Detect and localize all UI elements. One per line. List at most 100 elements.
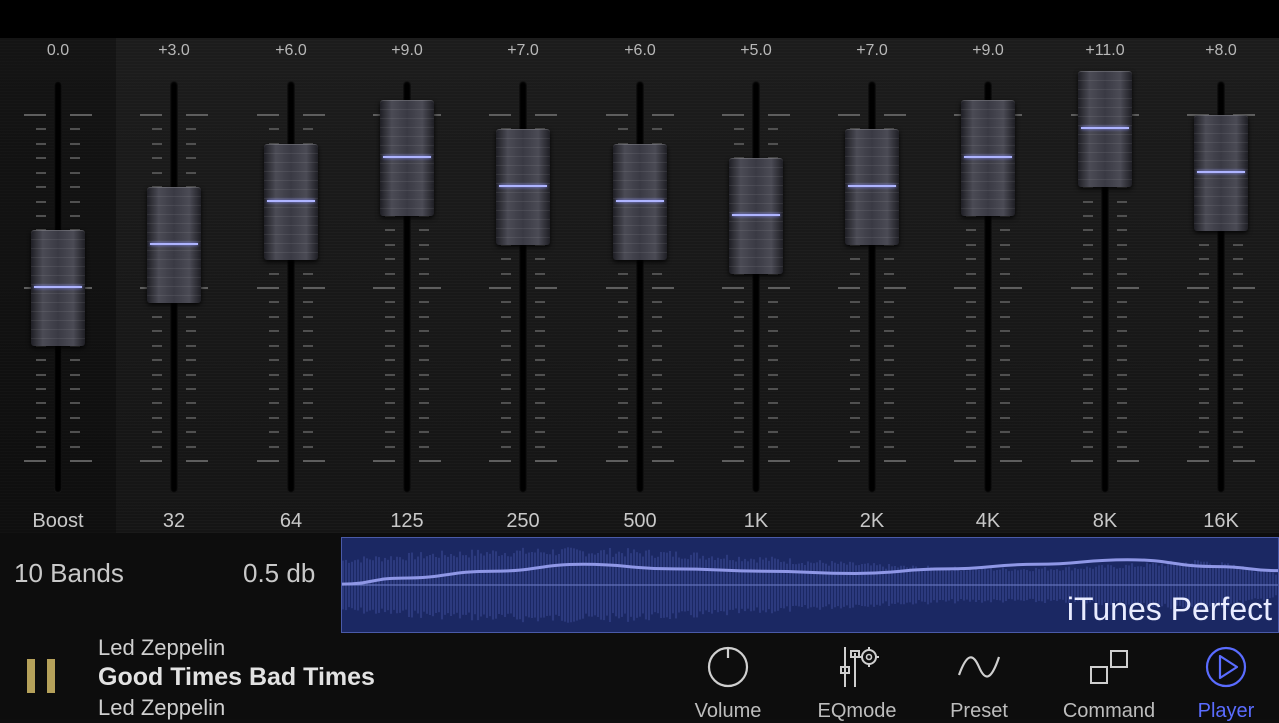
scale-tick [385, 258, 395, 260]
scale-tick [385, 229, 395, 231]
scale-tick [1000, 229, 1010, 231]
eq-band-4k-knob[interactable] [961, 100, 1015, 216]
scale-tick [734, 446, 744, 448]
eq-band-32-value: +3.0 [158, 42, 190, 59]
scale-tick [303, 114, 325, 116]
scale-tick [1083, 388, 1093, 390]
bands-count[interactable]: 10 Bands [14, 558, 124, 589]
scale-tick [385, 374, 395, 376]
scale-tick [1000, 316, 1010, 318]
status-bar [0, 0, 1279, 38]
scale-tick [618, 273, 628, 275]
scale-tick [1199, 244, 1209, 246]
eq-band-64-track[interactable] [287, 81, 295, 493]
scale-tick [269, 316, 279, 318]
scale-tick [535, 114, 557, 116]
eq-curve-panel[interactable]: iTunes Perfect [341, 537, 1279, 633]
scale-tick [36, 143, 46, 145]
bottom-bar: 10 Bands 0.5 db iTunes Perfect Led Zeppe… [0, 533, 1279, 722]
eq-band-1k-knob[interactable] [729, 158, 783, 274]
eq-band-500-knob[interactable] [613, 144, 667, 260]
eq-band-500-track[interactable] [636, 81, 644, 493]
eq-band-2k-knob[interactable] [845, 129, 899, 245]
scale-tick [1199, 301, 1209, 303]
nav-volume[interactable]: Volume [668, 641, 788, 722]
eq-band-250-knob[interactable] [496, 129, 550, 245]
scale-tick [501, 258, 511, 260]
scale-tick [1117, 215, 1127, 217]
pause-icon-bar [47, 659, 55, 693]
scale-tick [1117, 460, 1139, 462]
scale-tick [1233, 330, 1243, 332]
scale-tick [734, 143, 744, 145]
pause-button[interactable] [27, 659, 57, 693]
scale-tick [1233, 402, 1243, 404]
scale-tick [850, 330, 860, 332]
scale-tick [1117, 345, 1127, 347]
scale-tick [70, 402, 80, 404]
scale-tick [489, 287, 511, 289]
scale-tick [70, 201, 80, 203]
eq-band-8k-knob[interactable] [1078, 71, 1132, 187]
scale-tick [36, 215, 46, 217]
scale-tick [734, 316, 744, 318]
scale-tick [186, 460, 208, 462]
scale-tick [1000, 402, 1010, 404]
nav-command[interactable]: Command [1049, 641, 1169, 722]
scale-tick [535, 287, 557, 289]
scale-tick [36, 157, 46, 159]
scale-tick [768, 417, 778, 419]
scale-tick [1199, 345, 1209, 347]
scale-tick [419, 258, 429, 260]
scale-tick [152, 143, 162, 145]
scale-tick [303, 431, 313, 433]
knob-indicator-line [34, 286, 82, 288]
eq-band-250-label: 250 [506, 510, 540, 532]
scale-tick [618, 402, 628, 404]
eq-band-16k: +8.0 16K [1163, 38, 1279, 533]
nav-preset[interactable]: Preset [919, 641, 1039, 722]
scale-tick [1000, 431, 1010, 433]
scale-tick [1233, 417, 1243, 419]
eq-band-125-label: 125 [390, 510, 424, 532]
scale-tick [24, 114, 46, 116]
scale-tick [535, 431, 545, 433]
step-db[interactable]: 0.5 db [243, 558, 315, 589]
eq-band-2k-value: +7.0 [856, 42, 888, 59]
scale-tick [186, 402, 196, 404]
scale-tick [385, 273, 395, 275]
eq-band-16k-knob[interactable] [1194, 115, 1248, 231]
scale-tick [768, 402, 778, 404]
eq-band-64-knob[interactable] [264, 144, 318, 260]
scale-tick [1083, 374, 1093, 376]
eq-boost-knob[interactable] [31, 230, 85, 346]
eq-band-1k-track[interactable] [752, 81, 760, 493]
scale-tick [1233, 388, 1243, 390]
eq-band-64-value: +6.0 [275, 42, 307, 59]
scale-tick [618, 316, 628, 318]
scale-tick [70, 143, 80, 145]
scale-tick [884, 402, 894, 404]
scale-tick [1199, 273, 1209, 275]
nav-player[interactable]: Player [1166, 641, 1279, 722]
scale-tick [618, 446, 628, 448]
eq-band-32-knob[interactable] [147, 187, 201, 303]
scale-tick [1083, 215, 1093, 217]
eq-boost: 0.0 Boost [0, 38, 116, 533]
scale-tick [303, 128, 313, 130]
scale-tick [1000, 388, 1010, 390]
scale-tick [884, 374, 894, 376]
scale-tick [36, 359, 46, 361]
scale-tick [734, 345, 744, 347]
scale-tick [186, 431, 196, 433]
scale-tick [419, 273, 429, 275]
eq-band-125-knob[interactable] [380, 100, 434, 216]
scale-tick [966, 388, 976, 390]
scale-tick [1117, 417, 1127, 419]
scale-tick [966, 417, 976, 419]
scale-tick [884, 258, 894, 260]
scale-tick [152, 431, 162, 433]
scale-tick [1233, 374, 1243, 376]
scale-tick [303, 388, 313, 390]
nav-eqmode[interactable]: EQmode [797, 641, 917, 722]
